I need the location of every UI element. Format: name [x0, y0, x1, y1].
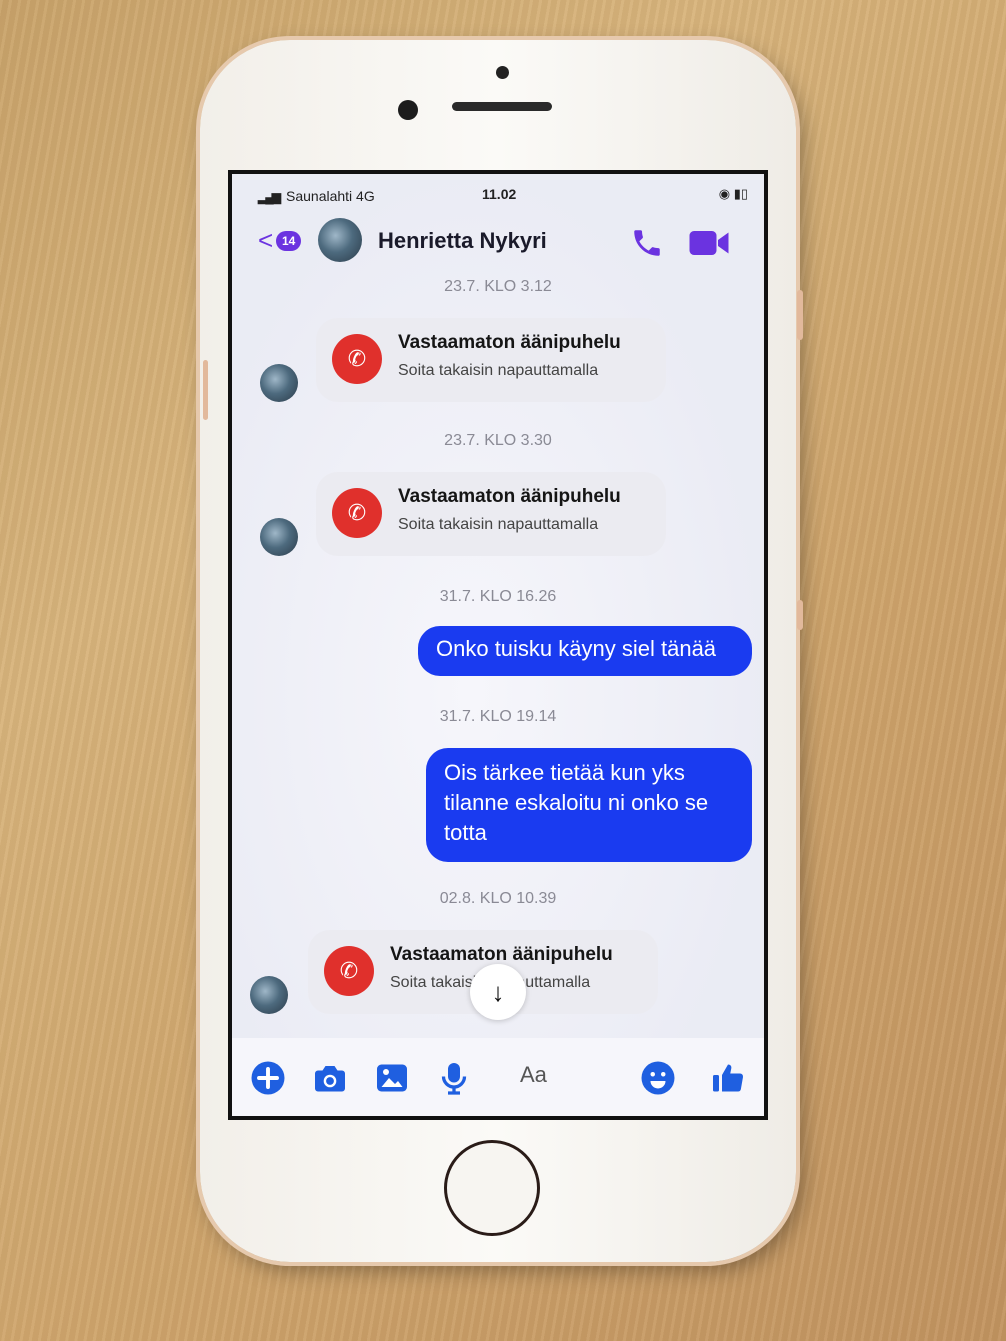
missed-call-icon: ✆: [324, 946, 374, 996]
side-button-top: [797, 290, 803, 340]
home-button[interactable]: [444, 1140, 540, 1236]
timestamp: 23.7. KLO 3.12: [444, 278, 552, 295]
signal-icon: ▂▄▆: [258, 190, 281, 204]
missed-call-icon: ✆: [332, 334, 382, 384]
timestamp: 31.7. KLO 16.26: [439, 588, 557, 605]
missed-call-subtitle: Soita takaisin napauttamalla: [398, 516, 599, 533]
missed-call-card[interactable]: ✆ Vastaamaton äänipuhelu Soita takaisin …: [316, 472, 666, 556]
volume-button: [203, 360, 208, 420]
missed-call-card[interactable]: ✆ Vastaamaton äänipuhelu Soita takaisin …: [316, 318, 666, 402]
missed-call-title: Vastaamaton äänipuhelu: [398, 486, 621, 507]
carrier-label: Saunalahti 4G: [286, 188, 375, 204]
battery-icon: ◉ ▮▯: [718, 186, 748, 201]
contact-name[interactable]: Henrietta Nykyri: [378, 228, 547, 254]
outgoing-message-bubble[interactable]: Onko tuisku käyny siel tänää: [418, 626, 752, 676]
timestamp: 23.7. KLO 3.30: [444, 432, 552, 449]
sender-avatar[interactable]: [250, 976, 288, 1014]
front-camera: [398, 100, 418, 120]
gallery-icon[interactable]: [374, 1060, 410, 1096]
timestamp: 31.7. KLO 19.14: [439, 708, 557, 725]
emoji-icon[interactable]: [640, 1060, 676, 1096]
timestamp: 02.8. KLO 10.39: [439, 890, 557, 907]
contact-avatar[interactable]: [318, 218, 362, 262]
missed-call-icon: ✆: [332, 488, 382, 538]
thumbs-up-icon[interactable]: [710, 1060, 746, 1096]
phone-icon[interactable]: [630, 226, 664, 260]
scroll-to-bottom-button[interactable]: ↓: [470, 964, 526, 1020]
conversation-header: < 14 Henrietta Nykyri: [232, 212, 764, 270]
side-button-bottom: [797, 600, 803, 630]
earpiece-speaker: [452, 102, 552, 111]
message-input[interactable]: Aa: [520, 1062, 547, 1088]
video-camera-icon[interactable]: [688, 228, 730, 258]
phone-screen: ▂▄▆ Saunalahti 4G 11.02 ◉ ▮▯ < 14 Henrie…: [228, 170, 768, 1120]
unread-badge[interactable]: 14: [276, 231, 302, 251]
back-chevron-icon[interactable]: <: [258, 227, 273, 253]
plus-icon[interactable]: [250, 1060, 286, 1096]
missed-call-title: Vastaamaton äänipuhelu: [390, 944, 613, 965]
outgoing-message-bubble[interactable]: Ois tärkee tietää kun yks tilanne eskalo…: [426, 748, 752, 862]
sender-avatar[interactable]: [260, 364, 298, 402]
status-time: 11.02: [482, 186, 517, 202]
camera-icon[interactable]: [312, 1060, 348, 1096]
missed-call-subtitle: Soita takaisin napauttamalla: [398, 362, 599, 379]
proximity-sensor: [496, 66, 509, 79]
sender-avatar[interactable]: [260, 518, 298, 556]
microphone-icon[interactable]: [436, 1060, 472, 1096]
missed-call-title: Vastaamaton äänipuhelu: [398, 332, 621, 353]
status-bar: ▂▄▆ Saunalahti 4G 11.02 ◉ ▮▯: [232, 174, 764, 210]
message-composer: Aa: [232, 1038, 764, 1116]
